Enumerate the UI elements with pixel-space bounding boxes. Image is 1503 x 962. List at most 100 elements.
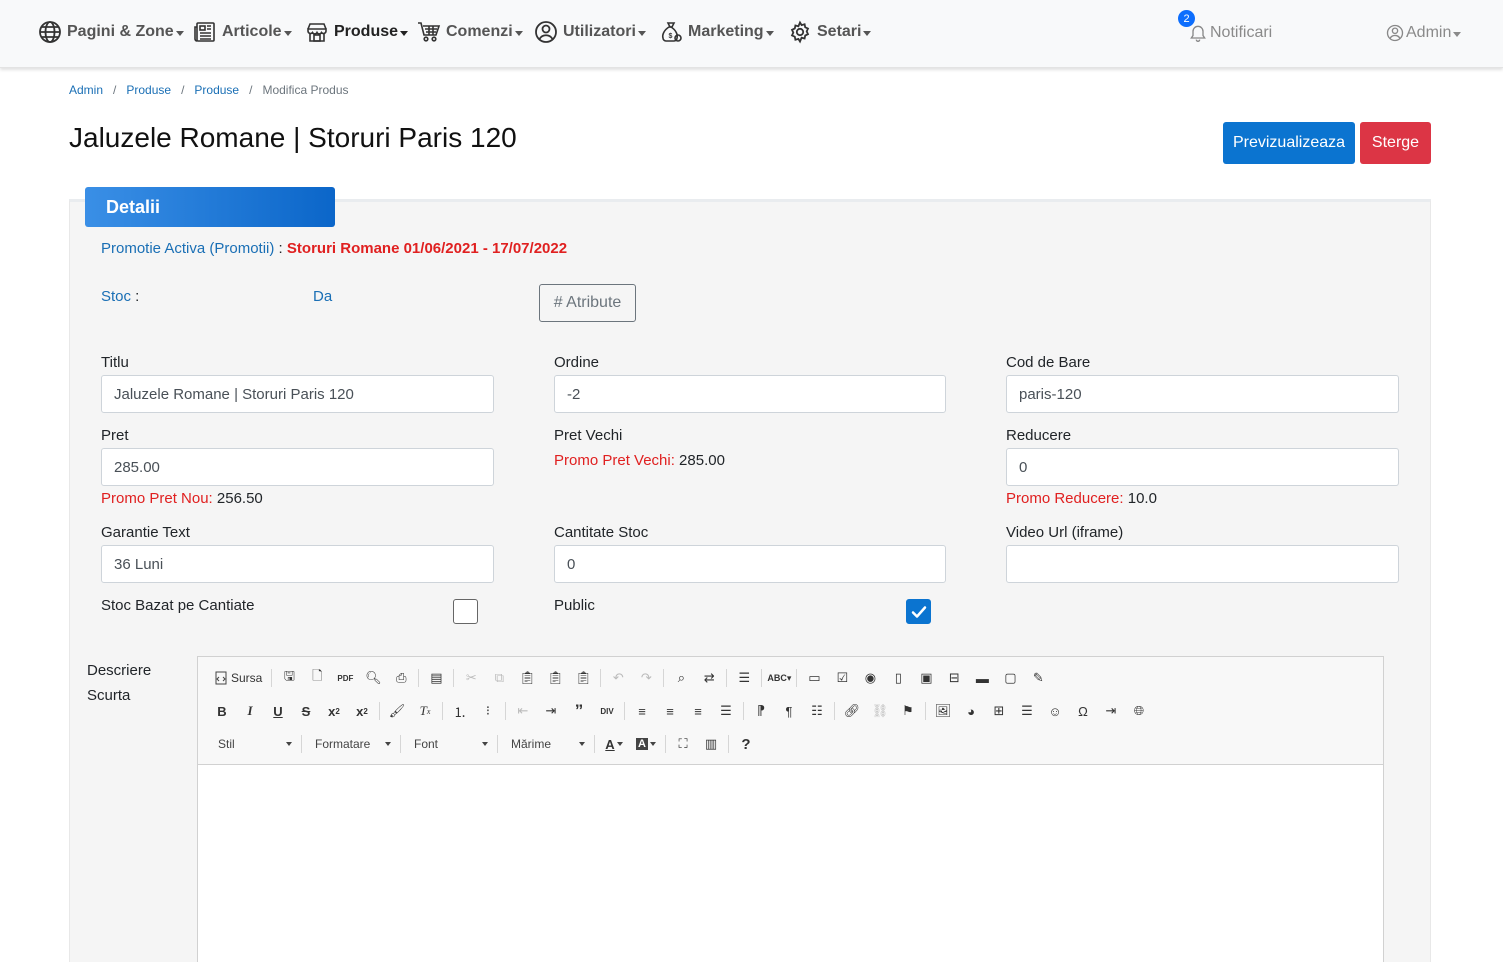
align-right-icon[interactable]: ≡ xyxy=(684,699,712,723)
breadcrumb-produse-list[interactable]: Produse xyxy=(194,83,239,97)
nav-utilizatori[interactable]: Utilizatori xyxy=(534,18,646,46)
smiley-icon[interactable]: ☺ xyxy=(1041,699,1069,723)
textfield-icon[interactable]: ▯ xyxy=(884,666,912,690)
textarea-icon[interactable]: ▣ xyxy=(912,666,940,690)
image-button-icon[interactable]: ▢ xyxy=(996,666,1024,690)
notifications-menu[interactable]: 2 Notificari xyxy=(1178,10,1272,46)
select-all-icon[interactable]: ☰ xyxy=(730,666,758,690)
public-checkbox[interactable] xyxy=(906,599,931,624)
toolbar-separator xyxy=(796,669,798,687)
italic-icon[interactable]: I xyxy=(236,699,264,723)
hidden-field-icon[interactable]: ✎ xyxy=(1024,666,1052,690)
titlu-label: Titlu xyxy=(101,354,129,371)
promo-old-price-label: Promo Pret Vechi: xyxy=(554,452,675,469)
replace-icon[interactable]: ⇄ xyxy=(695,666,723,690)
format-dropdown[interactable]: Formatare xyxy=(305,732,397,756)
checkbox-icon[interactable]: ☑ xyxy=(828,666,856,690)
chevron-down-icon xyxy=(863,30,872,36)
ltr-icon[interactable]: ⁋ xyxy=(747,699,775,723)
video-url-input[interactable] xyxy=(1006,545,1399,583)
anchor-flag-icon[interactable]: ⚑ xyxy=(894,699,922,723)
bulleted-list-icon[interactable]: ⁝ xyxy=(474,699,502,723)
garantie-input[interactable]: 36 Luni xyxy=(101,545,494,583)
button-field-icon[interactable]: ▬ xyxy=(968,666,996,690)
style-dropdown[interactable]: Stil xyxy=(208,732,298,756)
source-button[interactable]: Sursa xyxy=(208,666,268,690)
copy-format-icon[interactable]: 🖌︎ xyxy=(383,699,411,723)
tab-detalii[interactable]: Detalii xyxy=(85,187,335,227)
show-blocks-icon[interactable]: ▥ xyxy=(697,732,725,756)
breadcrumb-produse[interactable]: Produse xyxy=(126,83,171,97)
font-dropdown[interactable]: Font xyxy=(404,732,494,756)
bold-icon[interactable]: B xyxy=(208,699,236,723)
paste-icon[interactable]: 📋︎ xyxy=(513,666,541,690)
nav-marketing[interactable]: $ Marketing xyxy=(659,18,774,46)
blockquote-icon[interactable]: ” xyxy=(565,699,593,723)
remove-format-icon[interactable]: Tx xyxy=(411,699,439,723)
form-icon[interactable]: ▭ xyxy=(800,666,828,690)
flash-icon[interactable]: ◕ xyxy=(957,699,985,723)
radio-icon[interactable]: ◉ xyxy=(856,666,884,690)
nav-comenzi[interactable]: Comenzi xyxy=(417,18,523,46)
nav-pagini-zone[interactable]: Pagini & Zone xyxy=(38,18,184,46)
subscript-icon[interactable]: x2 xyxy=(320,699,348,723)
numbered-list-icon[interactable]: ⒈ xyxy=(446,699,474,723)
find-icon[interactable]: ⌕ xyxy=(667,666,695,690)
undo-icon[interactable]: ↶ xyxy=(604,666,632,690)
superscript-icon[interactable]: x2 xyxy=(348,699,376,723)
div-container-icon[interactable]: DIV xyxy=(593,699,621,723)
iframe-globe-icon[interactable]: 🌐︎ xyxy=(1125,699,1153,723)
link-icon[interactable]: 🔗︎ xyxy=(838,699,866,723)
unlink-icon[interactable]: ⛓ xyxy=(866,699,894,723)
align-left-icon[interactable]: ≡ xyxy=(628,699,656,723)
barcode-input[interactable]: paris-120 xyxy=(1006,375,1399,413)
nav-articole[interactable]: Articole xyxy=(193,18,292,46)
underline-icon[interactable]: U xyxy=(264,699,292,723)
spellcheck-icon[interactable]: ABC▾ xyxy=(765,666,793,690)
preview-icon[interactable]: 🔍︎ xyxy=(359,666,387,690)
image-icon[interactable]: 🖼︎ xyxy=(929,699,957,723)
export-pdf-icon[interactable]: PDF xyxy=(331,666,359,690)
delete-button[interactable]: Sterge xyxy=(1360,122,1431,164)
page-break-icon[interactable]: ⇥ xyxy=(1097,699,1125,723)
select-field-icon[interactable]: ⊟ xyxy=(940,666,968,690)
special-char-icon[interactable]: Ω xyxy=(1069,699,1097,723)
preview-button[interactable]: Previzualizeaza xyxy=(1223,122,1355,164)
text-color-icon[interactable]: A xyxy=(598,732,630,756)
size-dropdown[interactable]: Mărime xyxy=(501,732,591,756)
table-icon[interactable]: ⊞ xyxy=(985,699,1013,723)
print-icon[interactable]: ⎙ xyxy=(387,666,415,690)
cantitate-input[interactable]: 0 xyxy=(554,545,946,583)
save-icon[interactable]: 🖫 xyxy=(275,666,303,690)
horizontal-rule-icon[interactable]: ☰ xyxy=(1013,699,1041,723)
promotion-link[interactable]: Promotie Activa (Promotii) xyxy=(101,240,274,257)
maximize-icon[interactable]: ⛶ xyxy=(669,732,697,756)
outdent-icon[interactable]: ⇤ xyxy=(509,699,537,723)
editor-content-area[interactable] xyxy=(198,765,1383,962)
nav-setari[interactable]: Setari xyxy=(788,18,872,46)
language-icon[interactable]: ☷ xyxy=(803,699,831,723)
nav-produse[interactable]: Produse xyxy=(305,18,409,46)
help-icon[interactable]: ? xyxy=(732,732,760,756)
indent-icon[interactable]: ⇥ xyxy=(537,699,565,723)
paste-text-icon[interactable]: 📋︎ xyxy=(541,666,569,690)
strikethrough-icon[interactable]: S xyxy=(292,699,320,723)
redo-icon[interactable]: ↷ xyxy=(632,666,660,690)
copy-icon[interactable]: ⧉ xyxy=(485,666,513,690)
align-justify-icon[interactable]: ☰ xyxy=(712,699,740,723)
ordine-input[interactable]: -2 xyxy=(554,375,946,413)
paste-word-icon[interactable]: 📋︎ xyxy=(569,666,597,690)
rtl-icon[interactable]: ¶ xyxy=(775,699,803,723)
titlu-input[interactable]: Jaluzele Romane | Storuri Paris 120 xyxy=(101,375,494,413)
cut-icon[interactable]: ✂ xyxy=(457,666,485,690)
stock-based-checkbox[interactable] xyxy=(453,599,478,624)
attributes-button[interactable]: # Atribute xyxy=(539,284,636,322)
reducere-input[interactable]: 0 xyxy=(1006,448,1399,486)
breadcrumb-admin[interactable]: Admin xyxy=(69,83,103,97)
align-center-icon[interactable]: ≡ xyxy=(656,699,684,723)
pret-input[interactable]: 285.00 xyxy=(101,448,494,486)
templates-icon[interactable]: ▤ xyxy=(422,666,450,690)
background-color-icon[interactable]: A xyxy=(630,732,662,756)
user-menu[interactable]: Admin xyxy=(1386,20,1462,46)
new-page-icon[interactable]: 🗋 xyxy=(303,666,331,690)
